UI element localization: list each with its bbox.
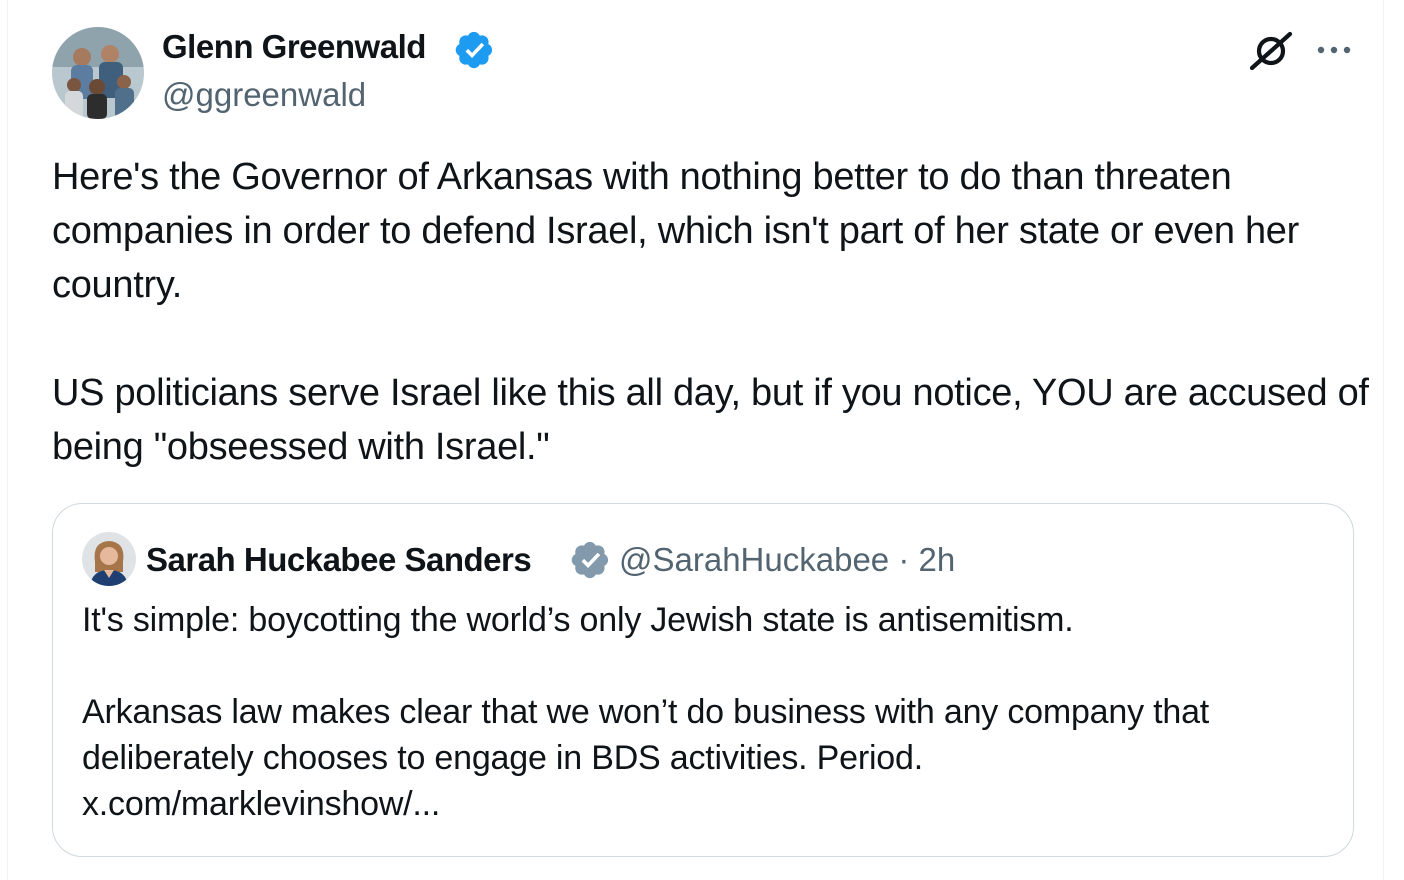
verified-badge-icon	[455, 31, 493, 69]
more-options-icon[interactable]	[1314, 34, 1354, 64]
author-handle[interactable]: @ggreenwald	[162, 76, 366, 114]
verified-badge-icon	[571, 541, 609, 579]
quoted-author-name: Sarah Huckabee Sanders	[146, 541, 532, 578]
author-name[interactable]: Glenn Greenwald	[162, 28, 426, 66]
grok-icon[interactable]	[1248, 30, 1294, 72]
quoted-tweet-text: It's simple: boycotting the world’s only…	[82, 601, 1210, 823]
quoted-handle-time: @SarahHuckabee · 2h	[619, 541, 956, 578]
quoted-author-avatar[interactable]	[82, 532, 136, 586]
tweet-text: Here's the Governor of Arkansas with not…	[52, 156, 1369, 468]
quoted-tweet[interactable]: Sarah Huckabee Sanders @SarahHuckabee · …	[52, 503, 1354, 857]
tweet-card: Glenn Greenwald @ggreenwald Here's the G…	[7, 0, 1384, 880]
author-avatar[interactable]	[52, 27, 144, 119]
